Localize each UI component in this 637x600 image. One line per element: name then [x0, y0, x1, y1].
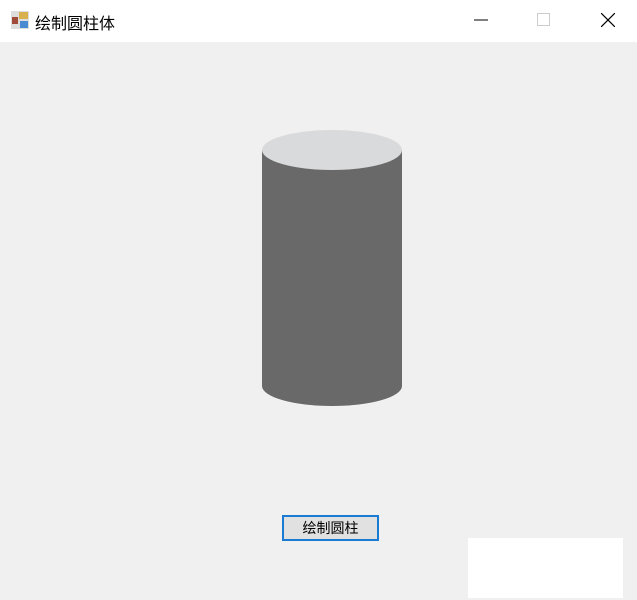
title-bar: 绘制圆柱体 — [0, 0, 637, 42]
draw-cylinder-button[interactable]: 绘制圆柱 — [282, 515, 379, 541]
blank-panel — [468, 538, 623, 598]
close-icon — [601, 13, 615, 27]
cylinder — [262, 130, 402, 406]
cylinder-body — [262, 150, 402, 406]
app-icon — [11, 11, 29, 29]
window-title: 绘制圆柱体 — [35, 14, 116, 33]
cylinder-top — [262, 130, 402, 170]
maximize-button[interactable] — [521, 0, 567, 40]
close-button[interactable] — [585, 0, 631, 40]
minimize-button[interactable] — [458, 0, 504, 40]
maximize-icon — [537, 13, 550, 26]
minimize-icon — [474, 19, 488, 21]
